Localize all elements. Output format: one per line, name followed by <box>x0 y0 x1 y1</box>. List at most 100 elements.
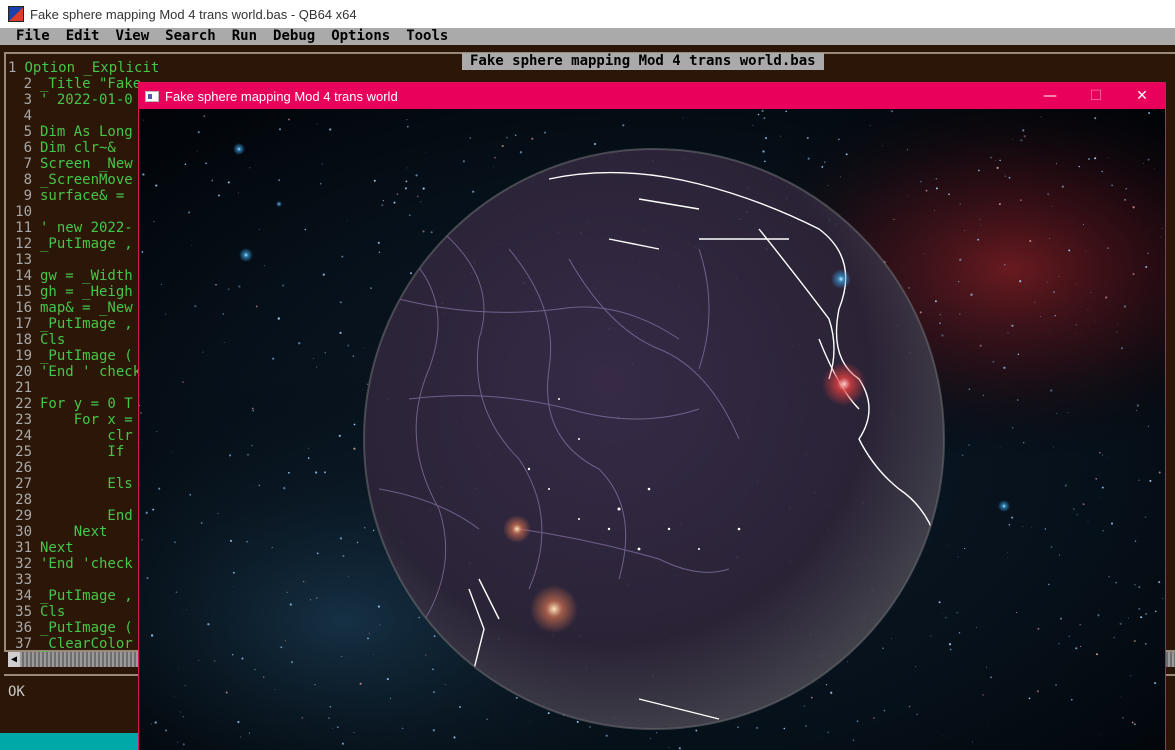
minimize-button[interactable]: — <box>1027 83 1073 109</box>
star <box>1120 347 1124 350</box>
code-line[interactable]: 6 Dim clr~& <box>8 140 148 156</box>
code-line[interactable]: 25 If <box>8 444 148 460</box>
code-line[interactable]: 19 _PutImage ( <box>8 348 148 364</box>
code-line[interactable]: 24 clr <box>8 428 148 444</box>
code-line[interactable]: 7 Screen _New <box>8 156 148 172</box>
code-line[interactable]: 4 <box>8 108 148 124</box>
scroll-left-icon[interactable]: ◀ <box>8 652 20 667</box>
star <box>217 194 220 197</box>
menu-options[interactable]: Options <box>331 28 390 45</box>
star <box>1136 409 1138 411</box>
star <box>252 409 255 412</box>
code-line[interactable]: 9 surface& = <box>8 188 148 204</box>
code-line[interactable]: 17 _PutImage , <box>8 316 148 332</box>
star <box>227 288 230 291</box>
line-number: 30 <box>15 524 32 540</box>
star <box>363 526 366 529</box>
star <box>1094 157 1097 160</box>
code-line[interactable]: 35 Cls <box>8 604 148 620</box>
star <box>177 741 178 743</box>
code-line[interactable]: 22 For y = 0 T <box>8 396 148 412</box>
star <box>589 726 591 728</box>
menu-edit[interactable]: Edit <box>66 28 100 45</box>
star <box>316 552 319 555</box>
orange-glow-spot <box>503 515 531 543</box>
code-line[interactable]: 5 Dim As Long <box>8 124 148 140</box>
star <box>1003 366 1006 369</box>
code-text: ' new 2022- <box>40 220 133 236</box>
star <box>1153 168 1155 170</box>
star <box>806 136 809 140</box>
menu-file[interactable]: File <box>16 28 50 45</box>
code-text: _ClearColor <box>40 636 133 652</box>
code-line[interactable]: 21 <box>8 380 148 396</box>
code-line[interactable]: 2 _Title "Fake <box>8 76 148 92</box>
code-line[interactable]: 10 <box>8 204 148 220</box>
star <box>406 167 408 169</box>
code-line[interactable]: 28 <box>8 492 148 508</box>
code-line[interactable]: 8 _ScreenMove <box>8 172 148 188</box>
star <box>668 746 670 748</box>
code-line[interactable]: 26 <box>8 460 148 476</box>
status-bar <box>0 733 140 750</box>
star <box>999 159 1001 162</box>
code-line[interactable]: 34 _PutImage , <box>8 588 148 604</box>
close-button[interactable]: ✕ <box>1119 83 1165 109</box>
code-line[interactable]: 30 Next <box>8 524 148 540</box>
star <box>336 726 339 728</box>
star <box>948 193 950 196</box>
code-line[interactable]: 36 _PutImage ( <box>8 620 148 636</box>
code-line[interactable]: 1 Option _Explicit <box>8 60 159 76</box>
code-line[interactable]: 27 Els <box>8 476 148 492</box>
maximize-button[interactable]: ☐ <box>1073 83 1119 109</box>
star <box>173 541 176 544</box>
code-line[interactable]: 12 _PutImage , <box>8 236 148 252</box>
star <box>373 654 375 655</box>
star <box>258 484 261 487</box>
program-titlebar[interactable]: Fake sphere mapping Mod 4 trans world — … <box>139 83 1165 109</box>
code-line[interactable]: 31 Next <box>8 540 148 556</box>
star <box>155 184 158 187</box>
code-line[interactable]: 32 'End 'check <box>8 556 148 572</box>
code-line[interactable]: 13 <box>8 252 148 268</box>
star <box>1055 684 1057 686</box>
orange-glow-spot <box>530 585 578 633</box>
code-line[interactable]: 29 End <box>8 508 148 524</box>
star <box>846 661 849 663</box>
star <box>304 228 307 231</box>
star <box>200 522 203 524</box>
code-line[interactable]: 3 ' 2022-01-0 <box>8 92 148 108</box>
code-line[interactable]: 18 Cls <box>8 332 148 348</box>
menu-debug[interactable]: Debug <box>273 28 315 45</box>
line-number: 37 <box>15 636 32 652</box>
star <box>893 218 895 220</box>
code-line[interactable]: 37 _ClearColor <box>8 636 148 652</box>
star <box>1078 165 1081 168</box>
program-window[interactable]: Fake sphere mapping Mod 4 trans world — … <box>138 82 1166 750</box>
star <box>803 705 805 707</box>
code-line[interactable]: 23 For x = <box>8 412 148 428</box>
star <box>359 682 362 685</box>
code-line[interactable]: 11 ' new 2022- <box>8 220 148 236</box>
code-line[interactable]: 16 map& = _New <box>8 300 148 316</box>
qb64-app-icon <box>8 6 24 22</box>
menu-view[interactable]: View <box>115 28 149 45</box>
code-line[interactable]: 15 gh = _Heigh <box>8 284 148 300</box>
menu-tools[interactable]: Tools <box>406 28 448 45</box>
code-line[interactable]: 20 'End ' check <box>8 364 148 380</box>
code-line[interactable]: 33 <box>8 572 148 588</box>
menu-run[interactable]: Run <box>232 28 257 45</box>
star <box>942 735 943 737</box>
star <box>1085 250 1087 252</box>
star <box>1072 508 1075 510</box>
star <box>281 284 285 287</box>
star <box>367 637 369 640</box>
star <box>425 152 427 153</box>
code-editor[interactable]: 1 Option _Explicit 2 _Title "Fake 3 ' 2022-01… <box>8 60 159 652</box>
code-line[interactable]: 14 gw = _Width <box>8 268 148 284</box>
menu-search[interactable]: Search <box>165 28 216 45</box>
star <box>856 720 859 723</box>
star <box>1099 496 1100 498</box>
star <box>182 381 184 383</box>
star <box>1048 583 1050 586</box>
